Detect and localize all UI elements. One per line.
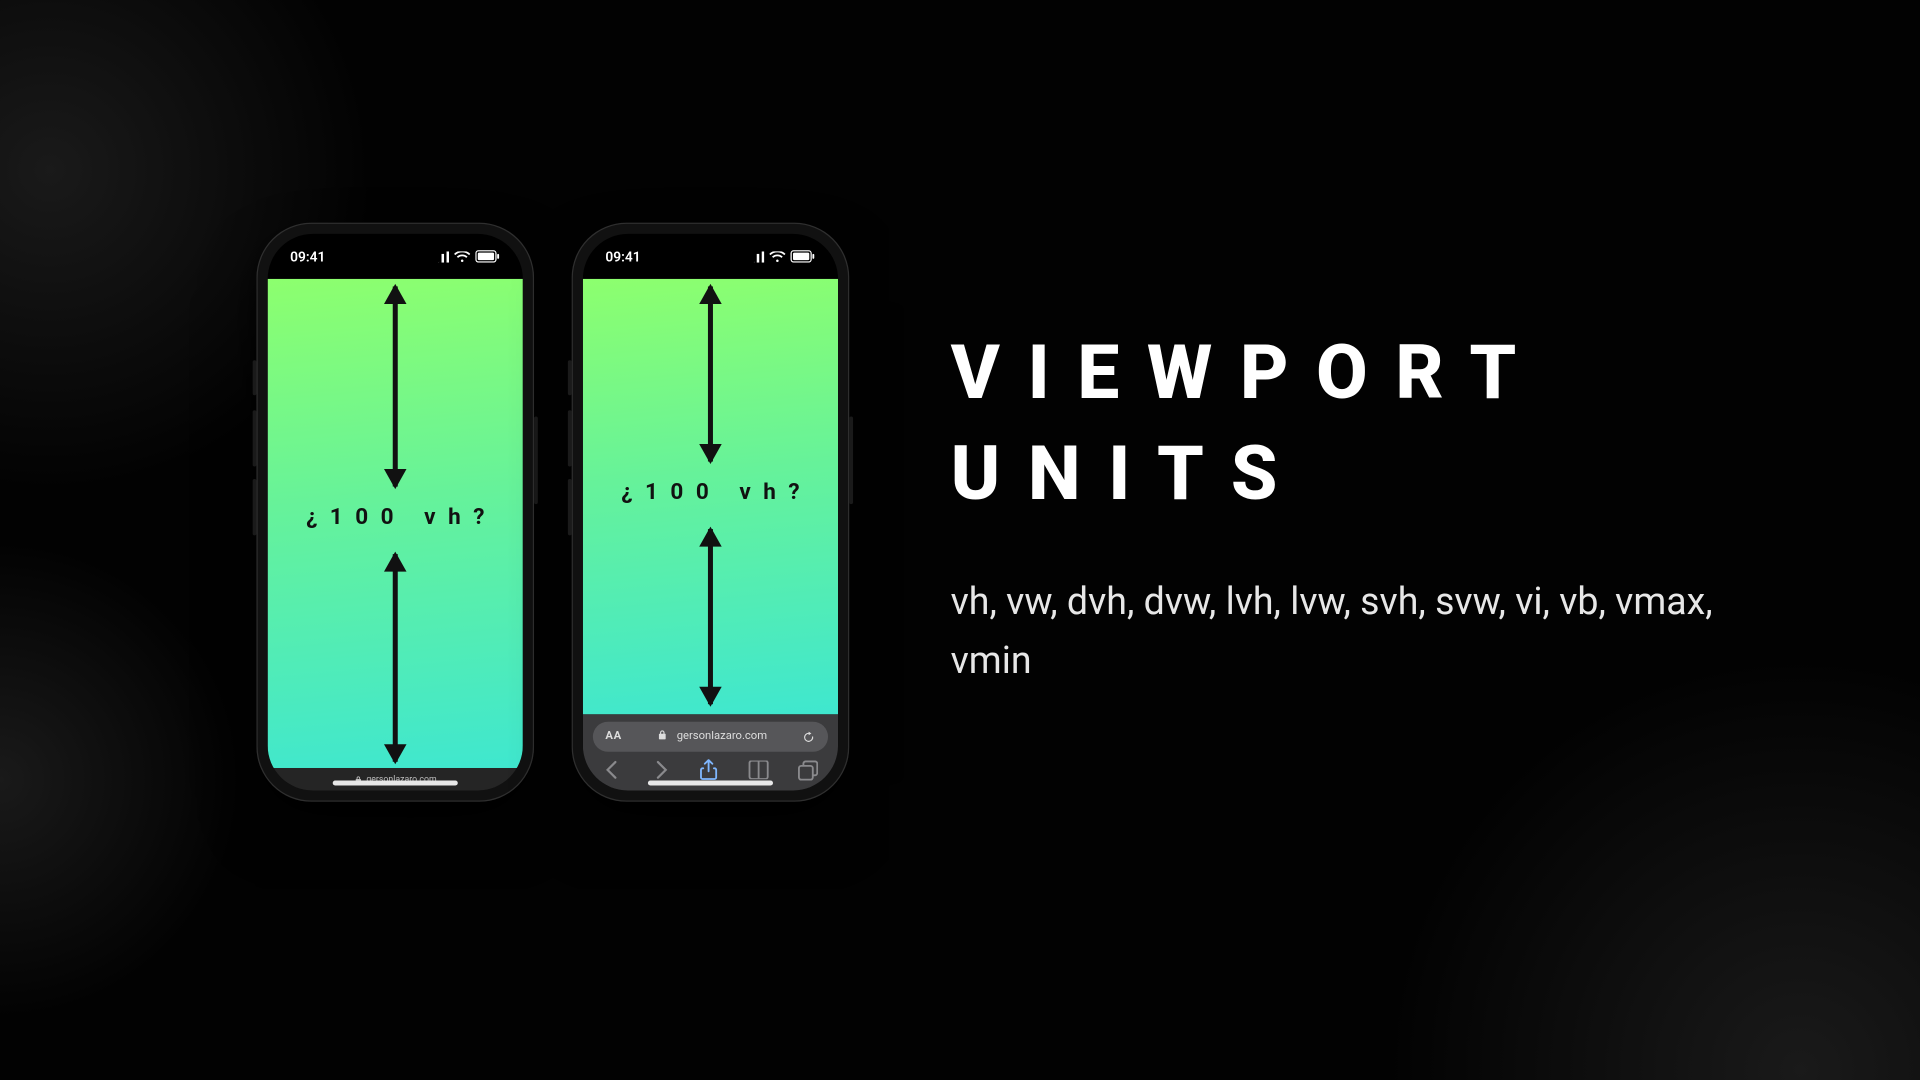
address-bar[interactable]: AA gersonlazaro.com — [593, 722, 828, 752]
forward-icon[interactable] — [651, 760, 670, 779]
phone-screen: 09:41 ¿100 vh? gersonlazaro.com — [268, 234, 523, 791]
status-indicators — [432, 250, 501, 263]
domain-text: gersonlazaro.com — [674, 730, 767, 743]
bookmarks-icon[interactable] — [747, 760, 768, 779]
back-icon[interactable] — [603, 760, 622, 779]
phone-side-button — [253, 479, 257, 535]
arrow-down-icon — [708, 529, 713, 704]
phone-side-button — [253, 410, 257, 466]
battery-icon — [791, 250, 816, 263]
status-time: 09:41 — [605, 248, 640, 264]
lock-icon — [656, 729, 667, 744]
phone-mock-small-viewport: 09:41 ¿100 vh? AA — [572, 223, 850, 802]
browser-chrome: AA gersonlazaro.com — [583, 714, 838, 790]
arrow-up-icon — [708, 286, 713, 461]
battery-icon — [475, 250, 500, 263]
reader-aa-icon[interactable]: AA — [605, 730, 621, 743]
dynamic-island — [665, 244, 755, 269]
viewport-area: ¿100 vh? — [268, 279, 523, 768]
home-indicator — [333, 780, 458, 785]
phone-side-button — [568, 360, 572, 395]
phone-side-button — [568, 410, 572, 466]
phone-screen: 09:41 ¿100 vh? AA — [583, 234, 838, 791]
phone-mock-large-viewport: 09:41 ¿100 vh? gersonlazaro.com — [256, 223, 534, 802]
browser-toolbar — [593, 759, 828, 783]
phone-side-button — [568, 479, 572, 535]
headline-block: Viewport Units vh, vw, dvh, dvw, lvh, lv… — [951, 321, 1752, 690]
arrow-down-icon — [393, 554, 398, 762]
status-indicators — [747, 250, 816, 263]
subtitle: vh, vw, dvh, dvw, lvh, lvw, svh, svw, vi… — [951, 574, 1752, 690]
dynamic-island — [350, 244, 440, 269]
phone-side-button — [849, 417, 853, 505]
page-title: Viewport Units — [951, 321, 1752, 524]
vh-label: ¿100 vh? — [583, 479, 838, 505]
wifi-icon — [454, 251, 470, 262]
phone-mockups: 09:41 ¿100 vh? gersonlazaro.com — [256, 223, 849, 802]
reload-icon[interactable] — [802, 730, 816, 744]
vh-label: ¿100 vh? — [268, 504, 523, 530]
stage: 09:41 ¿100 vh? gersonlazaro.com — [0, 0, 1920, 1013]
title-line: Viewport — [951, 321, 1752, 422]
url-display: gersonlazaro.com — [656, 729, 767, 744]
status-time: 09:41 — [290, 248, 325, 264]
wifi-icon — [769, 251, 785, 262]
compact-address-bar: gersonlazaro.com — [268, 768, 523, 791]
phone-side-button — [534, 417, 538, 505]
title-line: Units — [951, 423, 1752, 524]
tabs-icon[interactable] — [798, 760, 818, 780]
share-icon[interactable] — [699, 759, 718, 780]
home-indicator — [648, 780, 773, 785]
viewport-area: ¿100 vh? — [583, 279, 838, 714]
arrow-up-icon — [393, 286, 398, 486]
phone-side-button — [253, 360, 257, 395]
